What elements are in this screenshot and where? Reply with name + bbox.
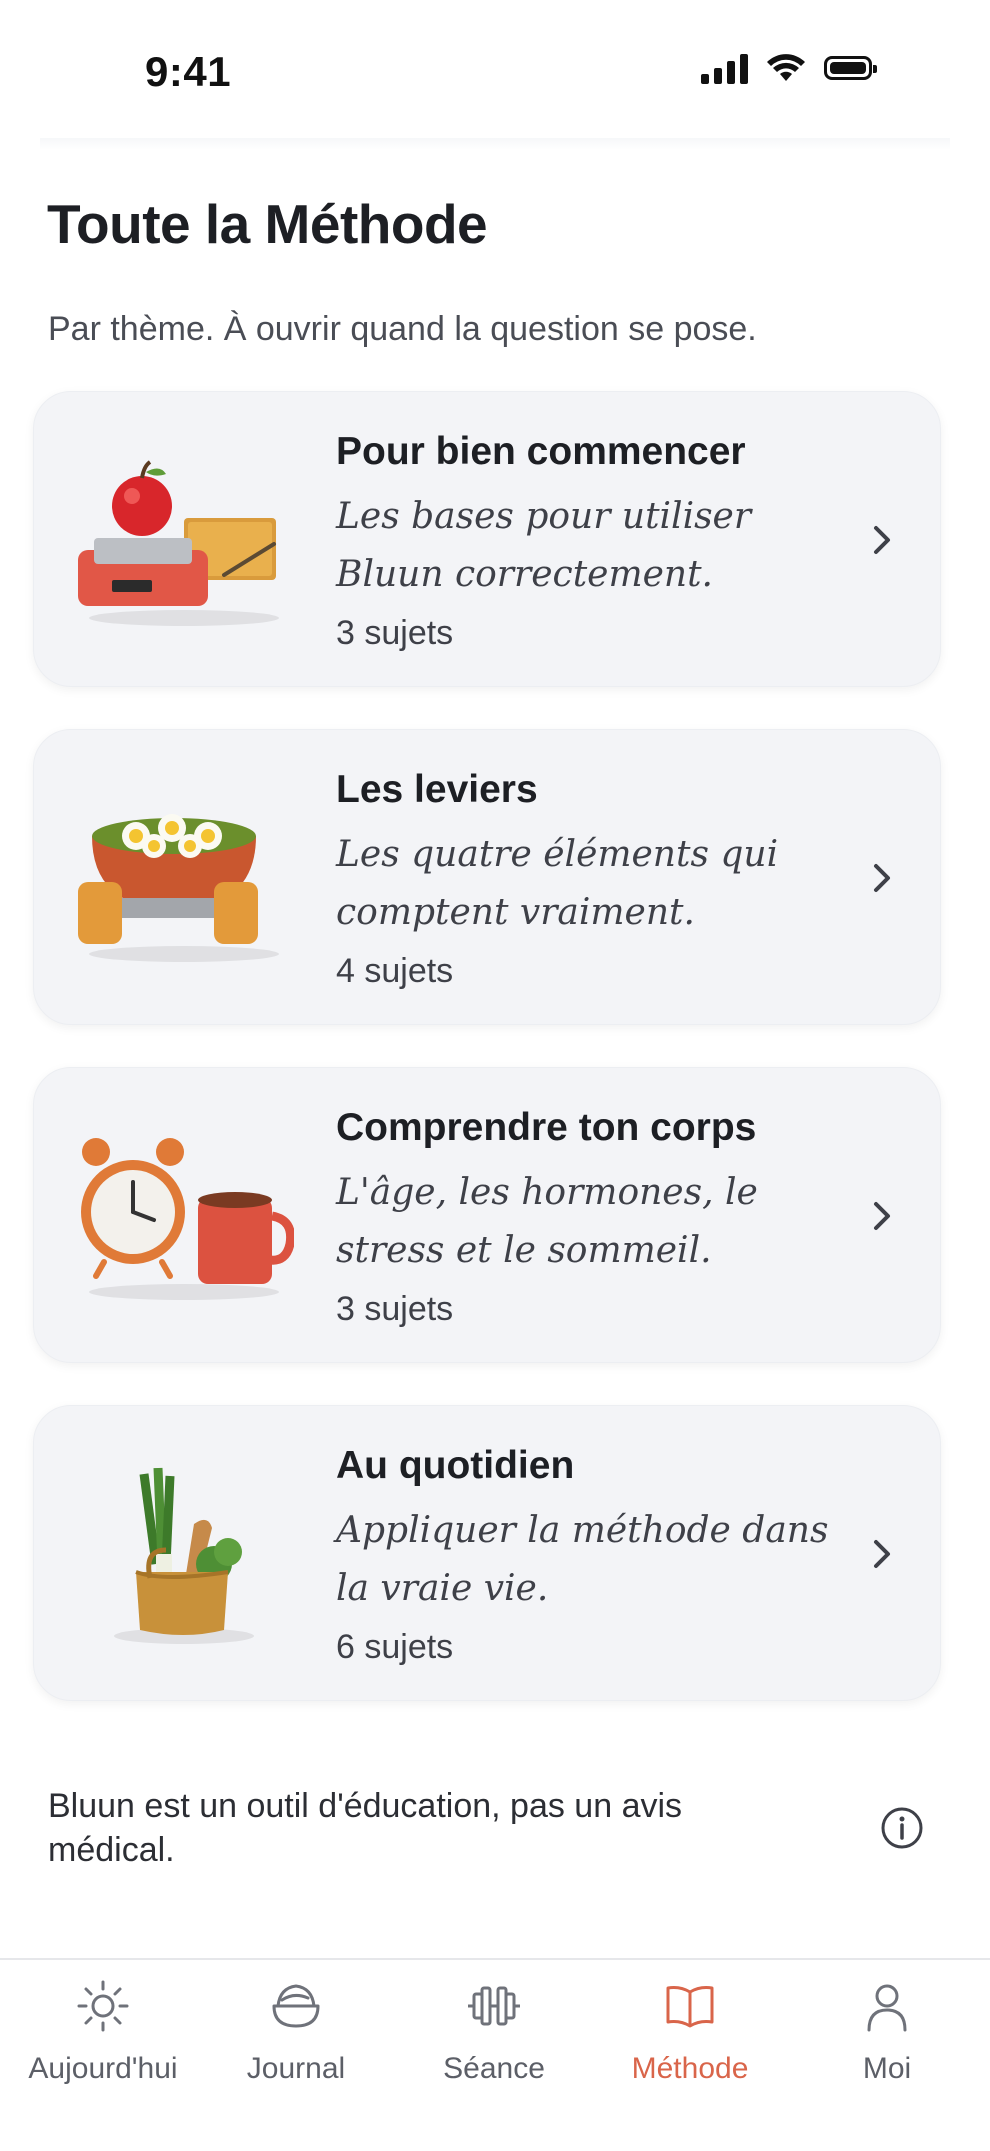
chevron-right-icon: [874, 864, 890, 892]
theme-card-au-quotidien[interactable]: Au quotidien Appliquer la méthode dans l…: [33, 1405, 941, 1701]
tab-aujourdhui[interactable]: Aujourd'hui: [13, 1978, 193, 2128]
tab-label: Méthode: [631, 2052, 749, 2085]
tab-label: Séance: [443, 2052, 545, 2085]
theme-card-pour-bien-commencer[interactable]: Pour bien commencer Les bases pour utili…: [33, 391, 941, 687]
card-description: Les bases pour utiliser Bluun correcteme…: [336, 496, 752, 595]
tab-label: Moi: [862, 2052, 912, 2085]
scale-apple-notebook-illustration: [78, 460, 279, 626]
medical-disclaimer: Bluun est un outil d'éducation, pas un a…: [48, 1787, 683, 1869]
status-time: 9:41: [145, 48, 232, 95]
status-icons: [701, 50, 877, 86]
tab-methode[interactable]: Méthode: [600, 1978, 780, 2128]
card-description: Appliquer la méthode dans la vraie vie.: [336, 1510, 829, 1609]
chevron-right-icon: [874, 1540, 890, 1568]
chevron-right-icon: [874, 526, 890, 554]
tab-seance[interactable]: Séance: [404, 1978, 584, 2128]
status-bar: 9:41: [0, 0, 990, 140]
bottom-tab-bar: Aujourd'hui Journal Séance Méthode Moi: [0, 1958, 990, 2151]
grocery-bag-illustration: [114, 1467, 254, 1644]
card-topic-count: 3 sujets: [336, 614, 454, 652]
chevron-right-icon: [874, 1202, 890, 1230]
card-topic-count: 3 sujets: [336, 1290, 454, 1328]
card-title: Les leviers: [336, 768, 538, 811]
book-icon: [666, 1986, 714, 2028]
page-title: Toute la Méthode: [47, 193, 488, 255]
tab-moi[interactable]: Moi: [797, 1978, 977, 2128]
card-title: Comprendre ton corps: [336, 1106, 757, 1149]
theme-card-comprendre-ton-corps[interactable]: Comprendre ton corps L'âge, les hormones…: [33, 1067, 941, 1363]
card-title: Pour bien commencer: [336, 430, 746, 473]
card-title: Au quotidien: [336, 1444, 575, 1487]
dumbbell-icon: [468, 1986, 520, 2026]
alarm-clock-mug-illustration: [81, 1138, 294, 1300]
page-subtitle: Par thème. À ouvrir quand la question se…: [48, 310, 757, 348]
theme-card-les-leviers[interactable]: Les leviers Les quatre éléments qui comp…: [33, 729, 941, 1025]
card-topic-count: 6 sujets: [336, 1628, 454, 1666]
info-icon[interactable]: [880, 1806, 924, 1850]
sun-icon: [77, 1980, 129, 2032]
tab-label: Aujourd'hui: [28, 2052, 178, 2085]
header-divider: [40, 138, 950, 150]
card-description: L'âge, les hormones, le stress et le som…: [336, 1172, 758, 1271]
user-icon: [867, 1984, 907, 2032]
salad-bowl-dumbbell-illustration: [78, 814, 279, 962]
tab-journal[interactable]: Journal: [206, 1978, 386, 2128]
wifi-icon: [767, 54, 805, 81]
bowl-icon: [272, 1984, 320, 2028]
card-topic-count: 4 sujets: [336, 952, 454, 990]
card-description: Les quatre éléments qui comptent vraimen…: [336, 834, 779, 933]
tab-label: Journal: [246, 2052, 346, 2085]
battery-icon: [824, 56, 877, 80]
cellular-signal-icon: [701, 52, 748, 84]
